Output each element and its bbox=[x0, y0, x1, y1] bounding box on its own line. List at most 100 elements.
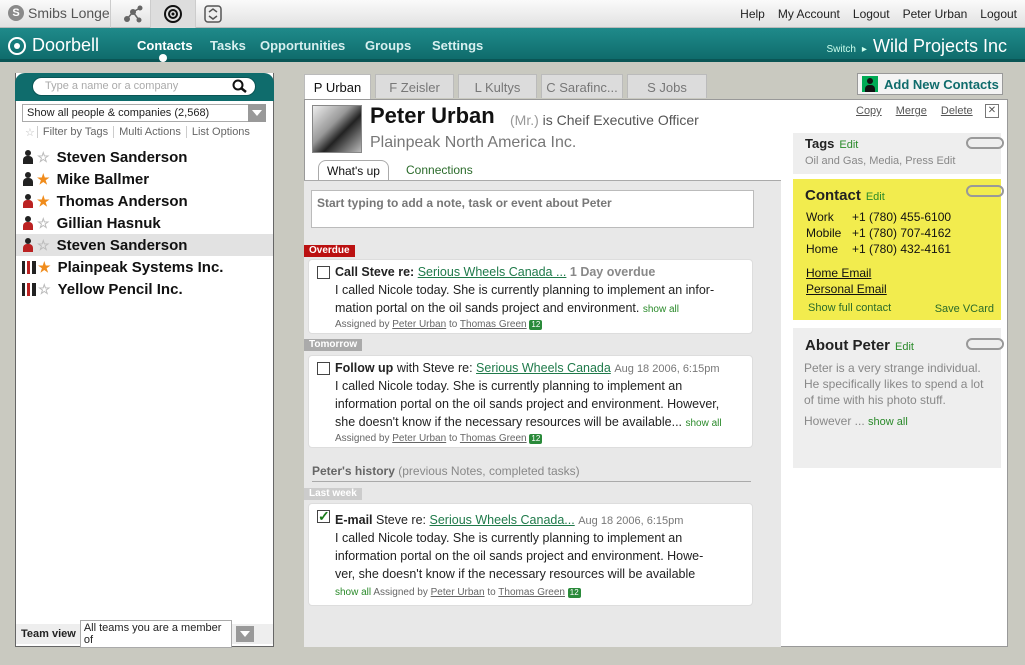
person-icon bbox=[22, 194, 34, 208]
logout-link[interactable]: Logout bbox=[853, 7, 890, 21]
about-box: About Peter Edit Peter is a very strange … bbox=[793, 328, 1004, 468]
assigner-link[interactable]: Peter Urban bbox=[392, 433, 446, 444]
add-new-contacts-button[interactable]: Add New Contacts bbox=[857, 73, 1003, 95]
delete-link[interactable]: Delete bbox=[941, 105, 973, 117]
person-icon bbox=[22, 150, 34, 164]
contact-title: Contact bbox=[805, 187, 861, 204]
tags-edit-link[interactable]: Edit bbox=[839, 139, 858, 151]
merge-link[interactable]: Merge bbox=[896, 105, 927, 117]
star-icon[interactable]: ☆ bbox=[37, 237, 50, 254]
star-icon[interactable]: ☆ bbox=[37, 149, 50, 166]
assignee-link[interactable]: Thomas Green bbox=[498, 587, 565, 598]
star-icon[interactable]: ★ bbox=[38, 259, 51, 276]
tab-l-kultys[interactable]: L Kultys bbox=[458, 74, 537, 98]
tab-c-sarafinc[interactable]: C Sarafinc... bbox=[541, 74, 623, 98]
list-item[interactable]: ☆ Steven Sanderson bbox=[16, 146, 273, 168]
job-title: is Cheif Executive Officer bbox=[542, 112, 699, 128]
about-edit-link[interactable]: Edit bbox=[895, 341, 914, 353]
show-full-contact-link[interactable]: Show full contact bbox=[808, 302, 891, 314]
workspace-switch[interactable]: Switch ▸ Wild Projects Inc bbox=[826, 36, 1007, 57]
show-all-link[interactable]: show all bbox=[335, 587, 371, 598]
nav-tasks[interactable]: Tasks bbox=[210, 38, 246, 53]
task-card: Follow up with Steve re: Serious Wheels … bbox=[308, 355, 753, 448]
show-all-link[interactable]: show all bbox=[686, 418, 722, 429]
copy-link[interactable]: Copy bbox=[856, 105, 882, 117]
user-name-link[interactable]: Peter Urban bbox=[903, 7, 968, 21]
comment-count-icon[interactable]: 12 bbox=[529, 434, 543, 444]
history-title: Peter's history bbox=[312, 464, 395, 478]
search-icon[interactable] bbox=[232, 79, 248, 96]
star-icon[interactable]: ☆ bbox=[37, 215, 50, 232]
deal-link[interactable]: Serious Wheels Canada bbox=[476, 361, 611, 375]
star-icon[interactable]: ★ bbox=[37, 171, 50, 188]
tab-s-jobs[interactable]: S Jobs bbox=[627, 74, 707, 98]
filter-by-tags-button[interactable]: Filter by Tags bbox=[36, 126, 113, 138]
show-all-link[interactable]: show all bbox=[868, 416, 908, 428]
nav-opportunities[interactable]: Opportunities bbox=[260, 38, 345, 53]
task-title: Call Steve re: bbox=[335, 265, 415, 279]
comment-count-icon[interactable]: 12 bbox=[567, 588, 581, 598]
list-item[interactable]: ★ Mike Ballmer bbox=[16, 168, 273, 190]
filter-select[interactable]: Show all people & companies (2,568) bbox=[22, 104, 266, 122]
note-input[interactable]: Start typing to add a note, task or even… bbox=[311, 190, 754, 228]
task-text-line: I called Nicole today. She is currently … bbox=[335, 379, 683, 393]
about-however: However ... bbox=[804, 414, 865, 428]
task-checkbox[interactable] bbox=[317, 266, 330, 279]
chevron-down-icon[interactable] bbox=[235, 626, 254, 642]
star-icon[interactable]: ★ bbox=[37, 193, 50, 210]
avatar bbox=[312, 105, 362, 153]
tab-connections[interactable]: Connections bbox=[398, 160, 481, 180]
assigner-link[interactable]: Peter Urban bbox=[431, 587, 485, 598]
doorbell-logo[interactable]: Doorbell bbox=[8, 35, 99, 56]
nav-groups[interactable]: Groups bbox=[365, 38, 411, 53]
tomorrow-label: Tomorrow bbox=[304, 339, 363, 351]
task-title: Follow up bbox=[335, 361, 394, 375]
task-text-line: information portal on the oil sands proj… bbox=[335, 397, 720, 411]
nav-active-indicator bbox=[159, 54, 167, 62]
completed-checkbox[interactable] bbox=[317, 507, 330, 525]
list-item[interactable]: ★ Plainpeak Systems Inc. bbox=[16, 256, 273, 278]
task-checkbox[interactable] bbox=[317, 362, 330, 375]
list-options-button[interactable]: List Options bbox=[185, 126, 255, 138]
personal-email-link[interactable]: Personal Email bbox=[806, 282, 887, 296]
star-icon[interactable]: ☆ bbox=[38, 281, 51, 298]
deal-link[interactable]: Serious Wheels Canada... bbox=[430, 513, 575, 527]
tab-f-zeisler[interactable]: F Zeisler bbox=[375, 74, 454, 98]
nav-contacts[interactable]: Contacts bbox=[137, 38, 193, 53]
assignee-link[interactable]: Thomas Green bbox=[460, 319, 527, 330]
last-week-label: Last week bbox=[304, 488, 362, 500]
my-account-link[interactable]: My Account bbox=[778, 7, 840, 21]
chevron-down-icon[interactable] bbox=[248, 104, 266, 122]
multi-actions-button[interactable]: Multi Actions bbox=[113, 126, 186, 138]
list-item[interactable]: ☆ Steven Sanderson bbox=[16, 234, 273, 256]
comment-count-icon[interactable]: 12 bbox=[529, 320, 543, 330]
tab-p-urban[interactable]: P Urban bbox=[304, 74, 371, 100]
save-vcard-link[interactable]: Save VCard bbox=[935, 303, 994, 315]
contact-company[interactable]: Plainpeak North America Inc. bbox=[370, 134, 576, 152]
team-view-select[interactable]: All teams you are a member of bbox=[79, 620, 232, 648]
assignee-link[interactable]: Thomas Green bbox=[460, 433, 527, 444]
phone-number: +1 (780) 432-4161 bbox=[852, 242, 952, 256]
search-input[interactable]: Type a name or a company bbox=[32, 77, 256, 96]
switch-arrow-icon: ▸ bbox=[861, 44, 867, 55]
toggle-icon[interactable] bbox=[190, 0, 236, 28]
show-all-link[interactable]: show all bbox=[643, 304, 679, 315]
logout-link-2[interactable]: Logout bbox=[980, 7, 1017, 21]
help-link[interactable]: Help bbox=[740, 7, 765, 21]
list-item[interactable]: ★ Thomas Anderson bbox=[16, 190, 273, 212]
assigner-link[interactable]: Peter Urban bbox=[392, 319, 446, 330]
home-email-link[interactable]: Home Email bbox=[806, 266, 871, 280]
nav-settings[interactable]: Settings bbox=[432, 38, 483, 53]
task-prefix: with Steve re: bbox=[396, 361, 473, 375]
person-icon bbox=[22, 238, 34, 252]
deal-link[interactable]: Serious Wheels Canada ... bbox=[418, 265, 567, 279]
smibs-logo[interactable]: S Smibs Longe bbox=[8, 5, 110, 21]
phone-type: Mobile bbox=[806, 226, 842, 240]
contact-name: Steven Sanderson bbox=[56, 148, 188, 166]
contact-edit-link[interactable]: Edit bbox=[866, 191, 885, 203]
list-item[interactable]: ☆ Gillian Hasnuk bbox=[16, 212, 273, 234]
star-filter-icon[interactable]: ☆ bbox=[20, 126, 37, 139]
close-icon[interactable]: ✕ bbox=[985, 104, 999, 118]
list-item[interactable]: ☆ Yellow Pencil Inc. bbox=[16, 278, 273, 300]
tab-whats-up[interactable]: What's up bbox=[318, 160, 389, 180]
